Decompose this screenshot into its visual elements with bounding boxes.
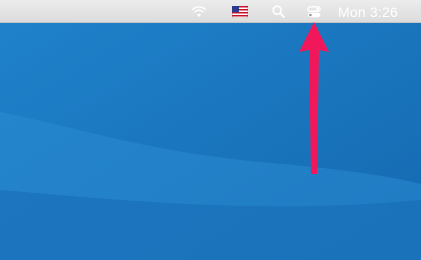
menu-bar: Mon 3:26 (0, 0, 421, 23)
wifi-icon[interactable] (188, 0, 210, 23)
menubar-clock[interactable]: Mon 3:26 (338, 0, 406, 23)
us-flag-input-icon[interactable] (230, 0, 250, 23)
desktop: Mon 3:26 (0, 0, 421, 260)
spotlight-search-icon[interactable] (268, 0, 288, 23)
control-center-icon[interactable] (303, 0, 325, 23)
desktop-wallpaper (0, 0, 421, 260)
